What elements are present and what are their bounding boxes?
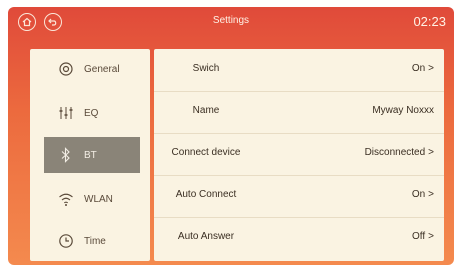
top-bar: Settings 02:23 <box>8 7 454 39</box>
chevron-right-icon: > <box>428 147 434 158</box>
setting-row-connect-device[interactable]: Connect device Disconnected > <box>154 133 444 176</box>
sidebar-item-label: WLAN <box>84 193 113 205</box>
setting-label: Name <box>192 105 220 116</box>
clock-readout: 02:23 <box>413 14 446 29</box>
setting-row-switch[interactable]: Swich On > <box>154 49 444 92</box>
sidebar-item-time[interactable]: Time <box>30 223 150 259</box>
setting-row-auto-connect[interactable]: Auto Connect On > <box>154 175 444 218</box>
setting-label: Connect device <box>171 147 241 158</box>
setting-row-name[interactable]: Name Myway Noxxx <box>154 91 444 134</box>
setting-value: Myway Noxxx <box>372 105 434 116</box>
sidebar: General EQ BT WLAN Time <box>30 49 150 261</box>
sidebar-item-label: Time <box>84 235 106 247</box>
sidebar-item-label: BT <box>84 149 97 161</box>
sidebar-item-wlan[interactable]: WLAN <box>30 181 150 217</box>
setting-value: On > <box>411 63 434 74</box>
page-title: Settings <box>212 15 250 26</box>
setting-label: Auto Connect <box>175 189 237 200</box>
chevron-right-icon: > <box>428 189 434 200</box>
sidebar-item-label: General <box>84 63 120 75</box>
sidebar-item-bt[interactable]: BT <box>44 137 140 173</box>
chevron-right-icon: > <box>428 63 434 74</box>
bluetooth-icon <box>56 145 76 165</box>
gear-icon <box>56 59 76 79</box>
wifi-icon <box>56 189 76 209</box>
sidebar-item-general[interactable]: General <box>30 51 150 87</box>
settings-list: Swich On > Name Myway Noxxx Connect devic… <box>154 49 444 261</box>
setting-row-auto-answer[interactable]: Auto Answer Off > <box>154 217 444 259</box>
sidebar-item-label: EQ <box>84 107 99 119</box>
equalizer-icon <box>56 103 76 123</box>
setting-label: Auto Answer <box>177 231 235 242</box>
setting-label: Swich <box>192 63 220 74</box>
setting-value: Disconnected > <box>364 147 434 158</box>
clock-icon <box>56 231 76 251</box>
setting-value: On > <box>411 189 434 200</box>
setting-value: Off > <box>412 231 434 242</box>
sidebar-item-eq[interactable]: EQ <box>30 95 150 131</box>
settings-screen: Settings 02:23 General EQ BT WLAN Time S… <box>8 7 454 265</box>
chevron-right-icon: > <box>428 231 434 242</box>
